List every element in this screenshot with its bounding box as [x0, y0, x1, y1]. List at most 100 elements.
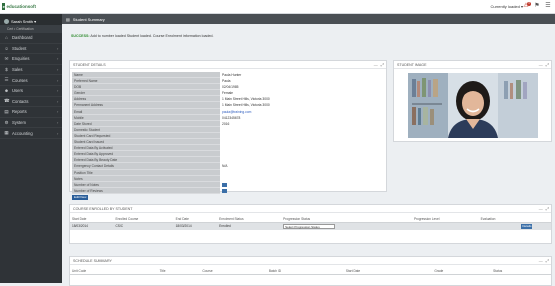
logo-text: educationsoft	[6, 4, 36, 9]
chevron-right-icon: ›	[57, 109, 59, 115]
sidebar-item-system[interactable]: ⚙ System ›	[0, 118, 62, 129]
page-header: ▤ Student Summary	[62, 14, 555, 24]
student-photo-illustration	[408, 73, 538, 138]
enquiries-icon: ✉	[4, 55, 9, 61]
evaluation-cell	[478, 222, 520, 230]
expand-icon[interactable]: ⤢	[546, 258, 549, 264]
progression-status-select[interactable]: Select Progression Status	[283, 223, 336, 229]
reports-icon: ▤	[4, 108, 9, 114]
count-button[interactable]	[222, 182, 227, 187]
brand-logo[interactable]: e educationsoft	[2, 2, 36, 11]
sidebar-item-student[interactable]: ☺ Student ›	[0, 44, 62, 55]
sidebar-item-label: Dashboard	[12, 35, 33, 41]
detail-row: Number of Reviews	[72, 187, 386, 194]
sidebar-item-label: Reports	[12, 109, 27, 115]
student-photo	[408, 73, 538, 138]
sales-icon: $	[5, 67, 8, 73]
alert-message: Add to number loaded Student loaded. Cou…	[90, 34, 214, 38]
avatar	[4, 18, 9, 24]
minimize-icon[interactable]: —	[539, 62, 543, 68]
course-enrolled-panel: Course Enrolled by Student — ⤢ Start Dat…	[69, 204, 552, 244]
sidebar-item-dashboard[interactable]: ⌂ Dashboard	[0, 33, 62, 44]
chevron-right-icon: ›	[57, 77, 59, 83]
dashboard-icon: ⌂	[5, 35, 8, 41]
sidebar-item-label: System	[12, 120, 26, 126]
sidebar-item-label: Users	[12, 88, 23, 94]
panel-title: Schedule Summary — ⤢	[70, 257, 551, 265]
sidebar-item-label: Student	[12, 45, 27, 51]
detail-value	[220, 188, 386, 194]
menu-icon[interactable]: ☰	[544, 2, 552, 11]
minimize-icon[interactable]: —	[374, 62, 378, 68]
column-header: Start Date	[343, 268, 433, 275]
column-header: Batch ID	[266, 268, 344, 275]
column-header: Status	[491, 268, 551, 275]
count-button[interactable]	[222, 188, 227, 193]
courses-icon: ☰	[4, 77, 9, 83]
start-date-cell: 18/03/2014	[70, 222, 114, 230]
schedule-table: Unit Code Title Course Batch ID Start Date Gr…	[70, 268, 551, 275]
course-table: Start Date Enrolled Course End Date Enrolme…	[70, 216, 551, 230]
panel-controls: — ⤢	[374, 62, 384, 68]
expand-icon[interactable]: ⤢	[546, 62, 549, 68]
sidebar-item-sales[interactable]: $ Sales ›	[0, 65, 62, 76]
header-icons: ⚠ 3 ⚑ ☰	[522, 2, 552, 11]
sidebar-item-label: Sales	[12, 67, 23, 73]
student-icon: ☺	[4, 45, 9, 51]
bell-icon[interactable]: ⚠ 3	[522, 2, 531, 11]
sidebar-item-label: Contacts	[12, 98, 29, 104]
sidebar-user[interactable]: Sarah Smith ▾	[0, 14, 62, 25]
sidebar-menu: ⌂ Dashboard ☺ Student › ✉ Enquiries › $ Sales › ☰ Co…	[0, 33, 62, 139]
column-header: Grade	[432, 268, 492, 275]
status-cell: Enrolled	[217, 222, 282, 230]
success-alert: SUCCESS: Add to number loaded Student lo…	[71, 34, 213, 38]
table-row: 18/03/2014 CS/C 18/03/2014 Enrolled Select P…	[70, 222, 551, 230]
chevron-right-icon: ›	[57, 67, 59, 73]
detail-label: Number of Reviews	[72, 187, 220, 194]
minimize-icon[interactable]: —	[539, 206, 543, 212]
top-bar: e educationsoft Currently loaded ▾ ⚠ 3 ⚑ …	[0, 0, 555, 14]
chevron-right-icon: ›	[57, 130, 59, 136]
panel-title: Course Enrolled by Student — ⤢	[70, 205, 551, 213]
expand-icon[interactable]: ⤢	[546, 206, 549, 212]
sidebar-item-label: Accounting	[12, 130, 33, 136]
sidebar-item-contacts[interactable]: ☎ Contacts ›	[0, 97, 62, 108]
logo-mark: e	[2, 3, 6, 10]
sidebar: Sarah Smith ▾ Cert • Certification ⌂ Dash…	[0, 14, 62, 283]
edit-view-button[interactable]: Edit/View	[72, 194, 89, 200]
chevron-right-icon: ›	[57, 98, 59, 104]
student-details-title: Student Details	[73, 63, 106, 67]
details-button[interactable]: Details	[521, 223, 533, 229]
minimize-icon[interactable]: —	[539, 258, 543, 264]
panel-title: Student Image — ⤢	[394, 61, 551, 69]
user-name: Sarah Smith ▾	[11, 18, 37, 24]
action-cell: Details	[519, 222, 551, 230]
page-title: Student Summary	[72, 16, 105, 22]
users-icon: ☻	[4, 88, 9, 94]
system-icon: ⚙	[4, 119, 9, 125]
progression-cell: Select Progression Status	[281, 222, 412, 230]
chevron-right-icon: ›	[57, 120, 59, 126]
course-table-body: 18/03/2014 CS/C 18/03/2014 Enrolled Select P…	[70, 222, 551, 230]
home-icon[interactable]: ▤	[66, 17, 70, 22]
end-date-cell: 18/03/2014	[173, 222, 218, 230]
sidebar-item-accounting[interactable]: ▦ Accounting ›	[0, 128, 62, 139]
sidebar-item-courses[interactable]: ☰ Courses ›	[0, 75, 62, 86]
panel-controls: — ⤢	[539, 258, 549, 264]
student-details-panel: Student Details — ⤢ Name Paula Hunter Pref…	[69, 60, 387, 200]
column-header: Course	[200, 268, 267, 275]
sidebar-item-users[interactable]: ☻ Users ›	[0, 86, 62, 97]
sidebar-item-label: Enquiries	[12, 56, 30, 62]
sidebar-item-enquiries[interactable]: ✉ Enquiries ›	[0, 54, 62, 65]
expand-icon[interactable]: ⤢	[381, 62, 384, 68]
schedule-table-header: Unit Code Title Course Batch ID Start Date Gr…	[70, 268, 551, 275]
student-image-title: Student Image	[397, 63, 427, 67]
column-header: Unit Code	[70, 268, 158, 275]
chevron-right-icon: ›	[57, 88, 59, 94]
account-menu[interactable]: Currently loaded ▾	[491, 4, 523, 9]
chevron-right-icon: ›	[57, 56, 59, 62]
schedule-summary-panel: Schedule Summary — ⤢ Unit Code Title Cours…	[69, 256, 552, 286]
course-panel-title: Course Enrolled by Student	[73, 207, 133, 211]
sidebar-item-reports[interactable]: ▤ Reports ›	[0, 107, 62, 118]
flag-icon[interactable]: ⚑	[533, 2, 541, 11]
